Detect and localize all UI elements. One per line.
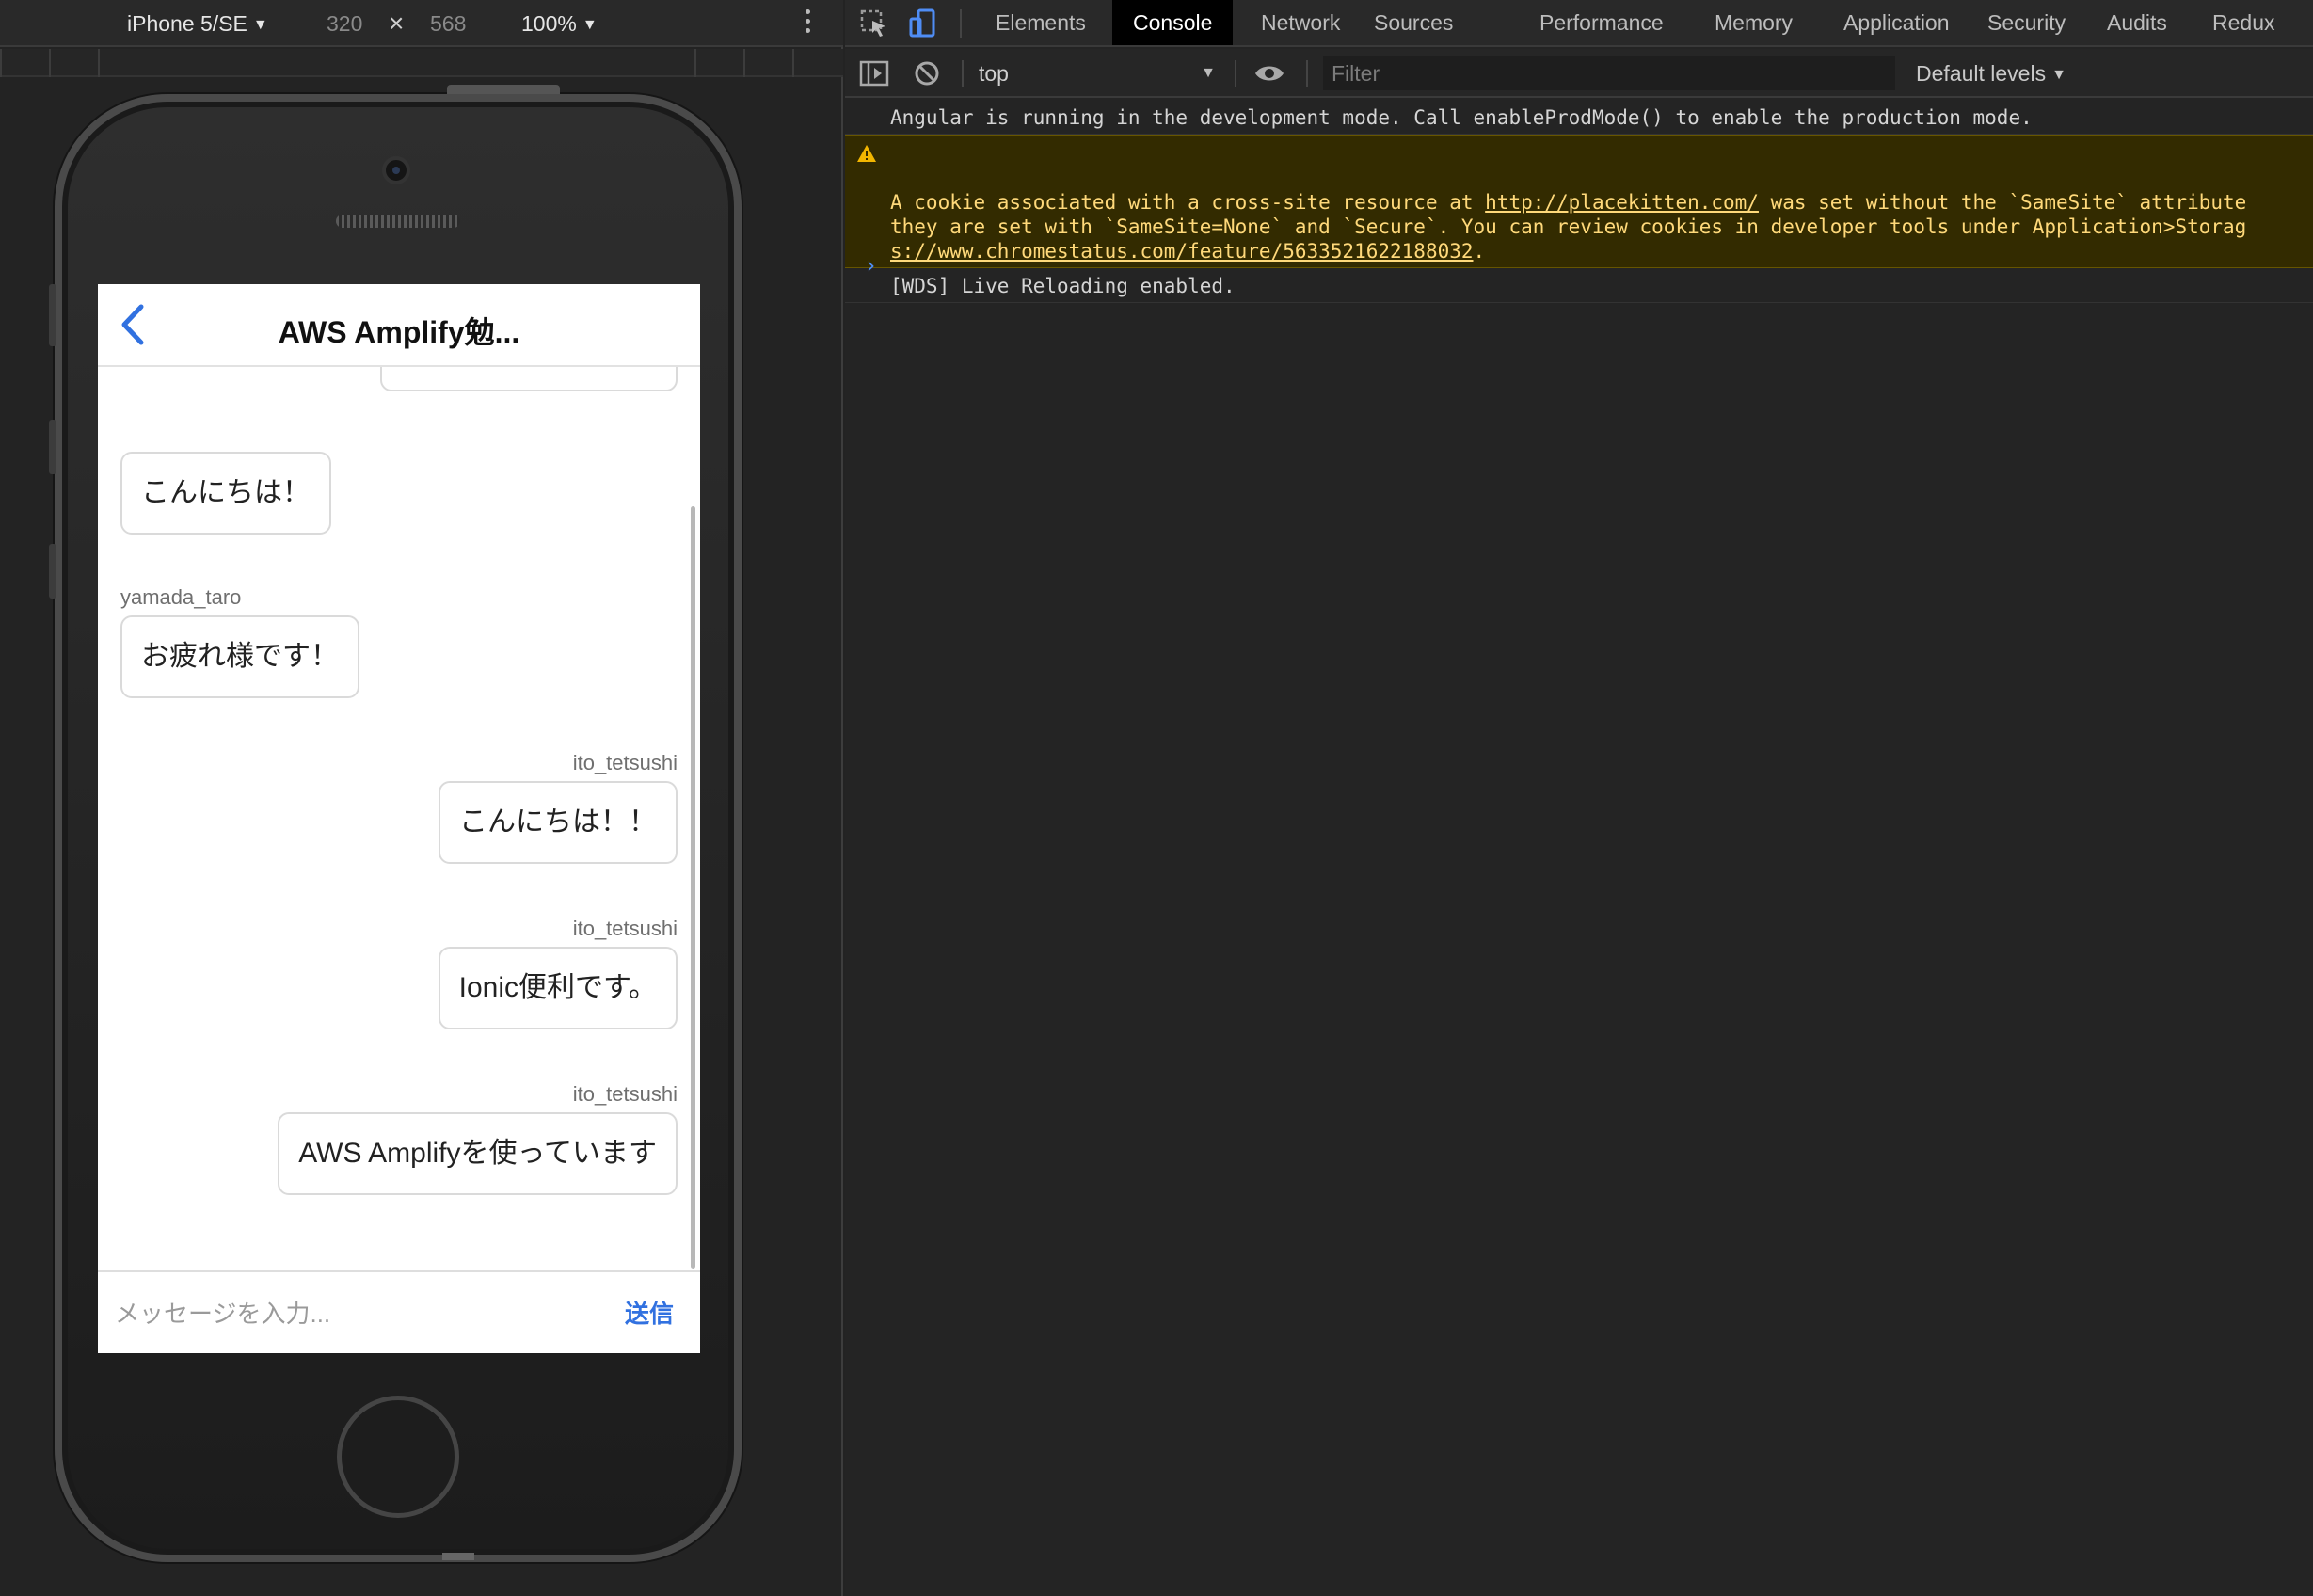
message-sender: ito_tetsushi bbox=[572, 751, 678, 774]
message-bubble: Ionic便利です。 bbox=[438, 947, 678, 1029]
message-item: ito_tetsushi こんにちは！！ bbox=[439, 751, 678, 864]
context-value: top bbox=[979, 61, 1009, 86]
log-levels-label: Default levels bbox=[1916, 61, 2047, 86]
app-screen: AWS Amplify勉... こんにちは！ yamada_taro お疲れ様で… bbox=[98, 284, 700, 1353]
chevron-down-icon: ▼ bbox=[582, 17, 598, 33]
sidebar-toggle-icon[interactable] bbox=[858, 57, 890, 89]
console-output: Angular is running in the development mo… bbox=[845, 100, 2313, 303]
console-message: [WDS] Live Reloading enabled. bbox=[845, 268, 2313, 303]
warning-text: . bbox=[1473, 240, 1486, 263]
message-bubble: こんにちは！！ bbox=[439, 781, 678, 864]
message-sender: ito_tetsushi bbox=[572, 917, 678, 940]
context-select[interactable]: top ▼ bbox=[979, 57, 1221, 89]
eye-icon[interactable] bbox=[1253, 57, 1285, 89]
console-message-text: Angular is running in the development mo… bbox=[890, 106, 2033, 129]
phone-top-button bbox=[447, 85, 560, 94]
back-button[interactable] bbox=[111, 301, 158, 348]
console-toolbar: top ▼ Default levels▼ bbox=[845, 49, 2313, 98]
log-levels-select[interactable]: Default levels ▼ bbox=[1916, 57, 2066, 91]
tab-console[interactable]: Console bbox=[1112, 0, 1234, 45]
message-item: yamada_taro お疲れ様です！ bbox=[120, 585, 359, 698]
phone-volume-up bbox=[49, 420, 56, 474]
clear-console-icon[interactable] bbox=[911, 57, 943, 89]
tab-redux[interactable]: Redux bbox=[2192, 0, 2295, 45]
console-message: Angular is running in the development mo… bbox=[845, 100, 2313, 135]
zoom-select[interactable]: 100% ▼ bbox=[521, 9, 598, 40]
phone-home-button bbox=[337, 1396, 459, 1518]
send-button[interactable]: 送信 bbox=[625, 1295, 674, 1330]
tab-network[interactable]: Network bbox=[1240, 0, 1361, 45]
warning-icon bbox=[857, 145, 876, 162]
toolbar-separator bbox=[1306, 60, 1308, 87]
warning-text: was set without the `SameSite` attribute bbox=[1758, 191, 2247, 214]
message-composer: 送信 bbox=[98, 1270, 700, 1353]
dimension-separator: × bbox=[389, 8, 405, 38]
tab-application[interactable]: Application bbox=[1823, 0, 1970, 45]
device-width-field[interactable]: 320 bbox=[327, 9, 362, 38]
message-bubble: こんにちは！ bbox=[120, 452, 331, 535]
chevron-down-icon: ▼ bbox=[1201, 65, 1216, 81]
message-bubble: AWS Amplifyを使っています bbox=[278, 1112, 678, 1195]
tab-separator bbox=[960, 9, 962, 38]
device-toolbar: iPhone 5/SE ▼ 320 × 568 100% ▼ bbox=[0, 0, 843, 47]
device-select[interactable]: iPhone 5/SE ▼ bbox=[127, 9, 268, 40]
toolbar-separator bbox=[962, 60, 964, 87]
app-header: AWS Amplify勉... bbox=[98, 284, 700, 367]
phone-camera bbox=[382, 156, 410, 184]
device-height-field[interactable]: 568 bbox=[430, 9, 466, 38]
tab-sources[interactable]: Sources bbox=[1353, 0, 1474, 45]
device-toolbar-icon[interactable] bbox=[907, 8, 939, 40]
message-bubble: お疲れ様です！ bbox=[120, 615, 359, 698]
console-prompt[interactable]: › bbox=[864, 252, 877, 279]
filter-input[interactable] bbox=[1324, 57, 1894, 89]
toolbar-separator bbox=[1235, 60, 1236, 87]
zoom-value: 100% bbox=[521, 11, 577, 36]
message-item: こんにちは！ bbox=[120, 452, 331, 535]
inspect-element-icon[interactable] bbox=[858, 8, 890, 40]
message-sender: yamada_taro bbox=[120, 585, 242, 609]
message-bubble-partial bbox=[380, 367, 678, 391]
devtools-panel: Elements Console Network Sources Perform… bbox=[845, 0, 2313, 1596]
devtools-tabbar: Elements Console Network Sources Perform… bbox=[845, 0, 2313, 47]
device-name: iPhone 5/SE bbox=[127, 11, 247, 36]
more-options-icon[interactable] bbox=[802, 9, 813, 38]
message-item: ito_tetsushi AWS Amplifyを使っています bbox=[278, 1082, 678, 1195]
device-emulation-pane: iPhone 5/SE ▼ 320 × 568 100% ▼ AWS Amplify… bbox=[0, 0, 843, 1596]
page-title: AWS Amplify勉... bbox=[278, 315, 520, 349]
tab-audits[interactable]: Audits bbox=[2086, 0, 2188, 45]
chevron-down-icon: ▼ bbox=[252, 17, 268, 33]
phone-bottom-mark bbox=[442, 1553, 474, 1560]
message-sender: ito_tetsushi bbox=[572, 1082, 678, 1106]
warning-link[interactable]: http://placekitten.com/ bbox=[1485, 191, 1759, 214]
message-list[interactable]: こんにちは！ yamada_taro お疲れ様です！ ito_tetsushi … bbox=[98, 367, 700, 1270]
tab-security[interactable]: Security bbox=[1967, 0, 2086, 45]
message-item: ito_tetsushi Ionic便利です。 bbox=[438, 917, 678, 1029]
phone-volume-down bbox=[49, 544, 56, 598]
phone-speaker bbox=[336, 215, 460, 228]
console-message-text: [WDS] Live Reloading enabled. bbox=[890, 275, 1236, 297]
tab-elements[interactable]: Elements bbox=[975, 0, 1107, 45]
console-filter bbox=[1323, 56, 1895, 90]
chevron-left-icon bbox=[121, 304, 144, 345]
console-warning: A cookie associated with a cross-site re… bbox=[845, 135, 2313, 268]
tab-memory[interactable]: Memory bbox=[1694, 0, 1813, 45]
phone-mute-switch bbox=[49, 284, 56, 346]
warning-text: A cookie associated with a cross-site re… bbox=[890, 191, 1486, 214]
warning-text: they are set with `SameSite=None` and `S… bbox=[890, 215, 2247, 238]
media-query-ruler[interactable] bbox=[0, 49, 843, 77]
tab-performance[interactable]: Performance bbox=[1519, 0, 1684, 45]
warning-link[interactable]: s://www.chromestatus.com/feature/5633521… bbox=[890, 240, 1474, 263]
message-input[interactable] bbox=[115, 1289, 585, 1338]
message-scrollbar[interactable] bbox=[691, 506, 695, 1269]
chevron-down-icon: ▼ bbox=[2051, 67, 2066, 83]
